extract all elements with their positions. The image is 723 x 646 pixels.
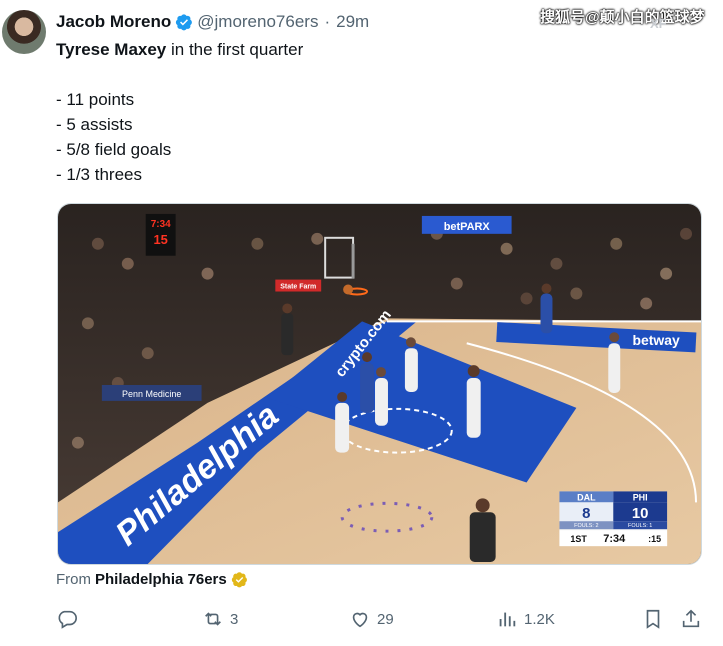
verified-badge-icon (176, 14, 193, 31)
view-count: 1.2K (524, 610, 555, 628)
bookmark-icon (646, 609, 660, 629)
bookmark-button[interactable] (642, 608, 664, 630)
author-handle[interactable]: @jmoreno76ers (197, 12, 318, 32)
game-period: 1ST (570, 534, 587, 544)
tweet-stat-line: - 11 points (56, 90, 135, 109)
tweet-header: Jacob Moreno @jmoreno76ers · 29m (56, 10, 369, 34)
sponsor-statefarm: State Farm (280, 284, 316, 291)
sponsor-penn: Penn Medicine (122, 389, 181, 399)
like-count: 29 (377, 610, 394, 628)
home-fouls: FOULS: 1 (628, 523, 652, 529)
gold-verified-badge-icon (231, 572, 247, 588)
repost-icon (205, 612, 221, 626)
author-display-name[interactable]: Jacob Moreno (56, 12, 171, 32)
tweet-headline: Tyrese Maxey in the first quarter (56, 37, 303, 62)
sponsor-betway: betway (633, 332, 681, 348)
tweet-video[interactable]: betPARX betway Penn Medicine State Farm … (57, 203, 702, 565)
tweet-body: Tyrese Maxey in the first quarter - 11 p… (56, 37, 303, 187)
arena-shot-clock: 15 (153, 232, 167, 247)
header-separator: · (324, 12, 331, 31)
repost-count: 3 (230, 610, 239, 628)
arena-game-clock: 7:34 (151, 219, 171, 230)
video-frame: betPARX betway Penn Medicine State Farm … (58, 204, 701, 564)
tweet-stat-line: - 1/3 threes (56, 165, 142, 184)
author-avatar[interactable] (2, 10, 46, 54)
game-clock: 7:34 (603, 533, 626, 545)
share-icon (682, 609, 700, 628)
media-source: From Philadelphia 76ers (56, 571, 248, 588)
tweet-timestamp[interactable]: 29m (336, 12, 369, 32)
tweet-subject: Tyrese Maxey (56, 40, 167, 59)
like-button[interactable]: 29 (349, 608, 394, 630)
tweet-action-bar: 3 29 1.2K (0, 608, 723, 634)
reply-button[interactable] (56, 608, 84, 630)
away-fouls: FOULS: 2 (574, 523, 598, 529)
views-chart-icon (499, 612, 516, 627)
media-source-account[interactable]: Philadelphia 76ers (95, 571, 227, 588)
reply-icon (58, 610, 77, 629)
watermark-text: 搜狐号@颠小白的篮球梦 (540, 9, 705, 26)
away-score: 8 (582, 505, 590, 522)
shot-clock: :15 (648, 534, 661, 544)
sponsor-betparx: betPARX (444, 221, 491, 233)
score-bug: DAL PHI 8 10 FOULS: 2 FOULS: 1 1ST 7:34 … (559, 491, 668, 547)
home-score: 10 (632, 505, 649, 522)
share-button[interactable] (680, 608, 702, 630)
watermark-sub: XF (650, 16, 667, 31)
away-team-abbr: DAL (577, 492, 596, 502)
views-button[interactable]: 1.2K (496, 608, 555, 630)
media-source-label: From (56, 571, 91, 588)
tweet-stat-line: - 5/8 field goals (56, 140, 172, 159)
tweet-headline-rest: in the first quarter (166, 40, 304, 59)
tweet-stat-line: - 5 assists (56, 115, 133, 134)
repost-button[interactable]: 3 (202, 608, 238, 630)
heart-icon (352, 612, 368, 628)
home-team-abbr: PHI (633, 492, 648, 502)
